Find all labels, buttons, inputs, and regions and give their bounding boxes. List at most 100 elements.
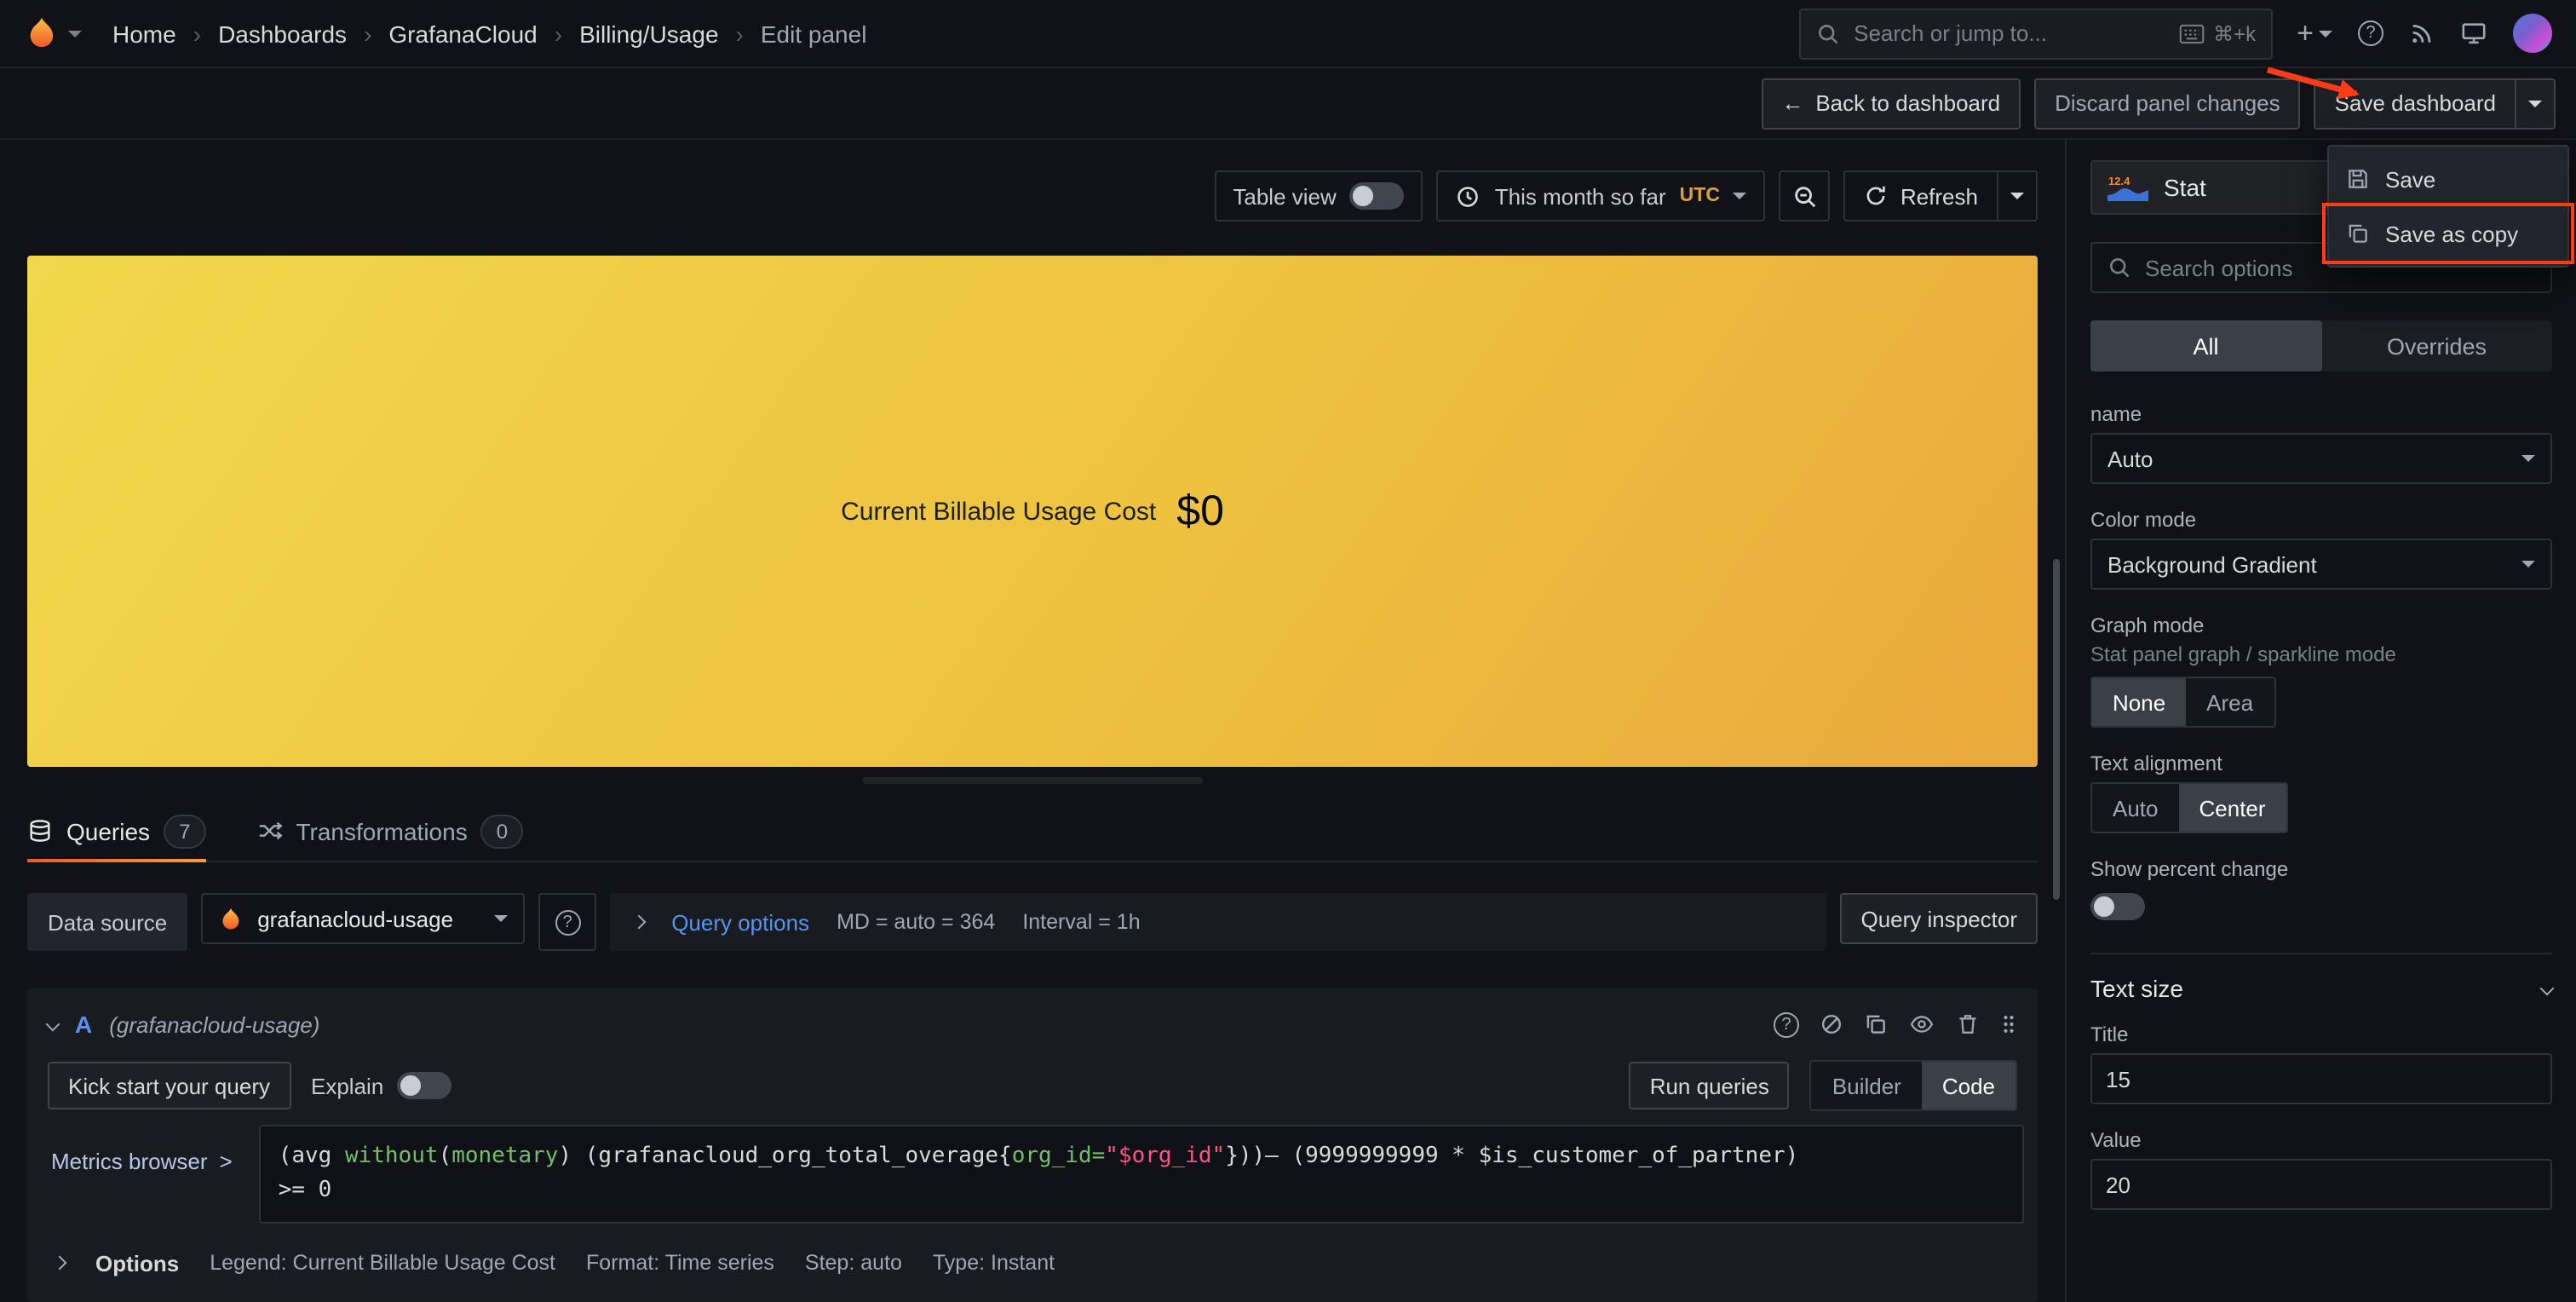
panel-resize-handle[interactable] — [862, 777, 1203, 784]
tab-queries[interactable]: Queries 7 — [27, 801, 205, 861]
name-select[interactable]: Auto — [2090, 433, 2552, 484]
chevron-right-icon — [53, 1256, 67, 1270]
menu-item-save[interactable]: Save — [2329, 152, 2567, 206]
query-row-header: A (grafanacloud-usage) ? — [41, 999, 2024, 1050]
panel-edit-main: Table view This month so far UTC — [0, 140, 2065, 1302]
show-percent-toggle[interactable] — [2090, 893, 2145, 920]
chevron-down-icon — [2528, 100, 2542, 107]
builder-mode-button[interactable]: Builder — [1812, 1062, 1922, 1109]
run-queries-button[interactable]: Run queries — [1630, 1062, 1790, 1109]
refresh-button[interactable]: Refresh — [1846, 172, 1997, 220]
copy-icon[interactable] — [1864, 1012, 1888, 1036]
time-range-picker[interactable]: This month so far UTC — [1437, 170, 1766, 222]
stat-panel-value: $0 — [1176, 487, 1224, 536]
code-mode-button[interactable]: Code — [1922, 1062, 2015, 1109]
tab-all[interactable]: All — [2090, 320, 2321, 372]
help-icon: ? — [555, 909, 580, 935]
nav-icon-cluster: + ? — [2297, 14, 2552, 53]
query-actions: ? — [1774, 1011, 2017, 1037]
graph-mode-none[interactable]: None — [2092, 678, 2186, 726]
query-options-md: MD = auto = 364 — [837, 910, 995, 934]
graph-mode-area[interactable]: Area — [2186, 678, 2274, 726]
visualization-name: Stat — [2164, 174, 2206, 201]
grafana-app: Home › Dashboards › GrafanaCloud › Billi… — [0, 0, 2576, 1302]
text-size-title: Text size — [2090, 975, 2183, 1002]
eye-icon[interactable] — [1908, 1012, 1935, 1036]
breadcrumb-grafanacloud[interactable]: GrafanaCloud — [388, 20, 537, 47]
grafana-logo-button[interactable] — [24, 15, 82, 51]
explain-control: Explain — [311, 1072, 451, 1099]
back-to-dashboard-button[interactable]: ← Back to dashboard — [1761, 78, 2021, 129]
promql-code-editor[interactable]: (avg without(monetary) (grafanacloud_org… — [260, 1125, 2024, 1224]
arrow-left-icon: ← — [1781, 90, 1803, 116]
kick-start-query-button[interactable]: Kick start your query — [48, 1062, 290, 1109]
trash-icon[interactable] — [1956, 1012, 1980, 1036]
breadcrumb-home[interactable]: Home — [112, 20, 176, 47]
query-options-toggle[interactable]: Query options — [671, 909, 809, 935]
user-avatar[interactable] — [2513, 14, 2552, 53]
save-dashboard-button[interactable]: Save dashboard — [2316, 79, 2515, 127]
copy-icon — [2346, 222, 2370, 245]
color-mode-select[interactable]: Background Gradient — [2090, 539, 2552, 590]
datasource-row: Data source grafanacloud-usage ? Query o — [27, 893, 2038, 951]
top-nav: Home › Dashboards › GrafanaCloud › Billi… — [0, 0, 2576, 68]
active-tab-underline — [27, 859, 205, 862]
editor-tabs: Queries 7 Transformations 0 — [27, 801, 2038, 862]
panel-edit-toolbar: ← Back to dashboard Discard panel change… — [0, 68, 2576, 140]
options-toggle[interactable]: Options — [95, 1251, 179, 1276]
stat-panel-title: Current Billable Usage Cost — [841, 497, 1156, 526]
collapse-query-icon[interactable] — [46, 1017, 60, 1032]
explain-label: Explain — [311, 1073, 383, 1098]
breadcrumb-billing-usage[interactable]: Billing/Usage — [579, 20, 718, 47]
query-inspector-button[interactable]: Query inspector — [1840, 893, 2038, 944]
step-meta: Step: auto — [805, 1252, 902, 1276]
help-icon[interactable]: ? — [1774, 1011, 1799, 1037]
name-field: name Auto — [2090, 402, 2552, 484]
menu-item-save-as-copy[interactable]: Save as copy — [2329, 206, 2567, 261]
table-view-toggle[interactable] — [1350, 182, 1405, 210]
global-search[interactable]: ⌘+k — [1799, 8, 2273, 59]
metrics-browser-button[interactable]: Metrics browser > — [41, 1125, 253, 1174]
align-auto[interactable]: Auto — [2092, 784, 2179, 832]
help-button[interactable]: ? — [2358, 20, 2383, 46]
breadcrumb-dashboards[interactable]: Dashboards — [218, 20, 347, 47]
tab-overrides[interactable]: Overrides — [2321, 320, 2552, 372]
graph-mode-description: Stat panel graph / sparkline mode — [2090, 642, 2552, 666]
show-percent-field: Show percent change — [2090, 857, 2552, 925]
stat-viz-icon: 12.4 — [2107, 174, 2148, 201]
refresh-icon — [1865, 184, 1889, 208]
keyboard-icon — [2179, 23, 2205, 43]
circle-slash-icon[interactable] — [1820, 1012, 1843, 1036]
text-alignment-field: Text alignment Auto Center — [2090, 752, 2552, 833]
query-options-footer: Options Legend: Current Billable Usage C… — [41, 1238, 2024, 1289]
tab-transformations[interactable]: Transformations 0 — [256, 801, 523, 861]
title-size-label: Title — [2090, 1023, 2552, 1046]
display-button[interactable] — [2460, 20, 2487, 46]
main-scrollbar-thumb[interactable] — [2053, 559, 2060, 900]
breadcrumb-edit-panel: Edit panel — [761, 20, 867, 47]
explain-toggle[interactable] — [397, 1072, 451, 1099]
align-center[interactable]: Center — [2179, 784, 2286, 832]
zoom-out-time-button[interactable] — [1780, 170, 1831, 222]
refresh-interval-caret[interactable] — [1997, 172, 2036, 220]
text-size-section-header[interactable]: Text size — [2090, 975, 2552, 1002]
search-input[interactable] — [1854, 20, 2165, 46]
query-options-bar: Query options MD = auto = 364 Interval =… — [610, 893, 1826, 951]
news-button[interactable] — [2409, 20, 2435, 46]
text-alignment-label: Text alignment — [2090, 752, 2552, 775]
format-meta: Format: Time series — [586, 1252, 774, 1276]
datasource-help-button[interactable]: ? — [538, 893, 596, 951]
discard-panel-changes-button[interactable]: Discard panel changes — [2034, 78, 2301, 129]
rss-icon — [2409, 20, 2435, 46]
graph-mode-switch: None Area — [2090, 677, 2275, 728]
save-dashboard-caret[interactable] — [2515, 79, 2554, 127]
add-new-button[interactable]: + — [2297, 19, 2332, 48]
title-size-input[interactable] — [2090, 1053, 2552, 1104]
value-size-input[interactable] — [2090, 1159, 2552, 1210]
query-editor-card: A (grafanacloud-usage) ? — [27, 988, 2038, 1302]
query-options-interval: Interval = 1h — [1022, 910, 1140, 934]
panel-options-sidebar: 12.4 Stat All Overrides — [2065, 140, 2576, 1302]
datasource-picker[interactable]: grafanacloud-usage — [201, 893, 525, 944]
grip-icon[interactable] — [2000, 1012, 2017, 1036]
options-filter-tabs: All Overrides — [2090, 320, 2552, 372]
